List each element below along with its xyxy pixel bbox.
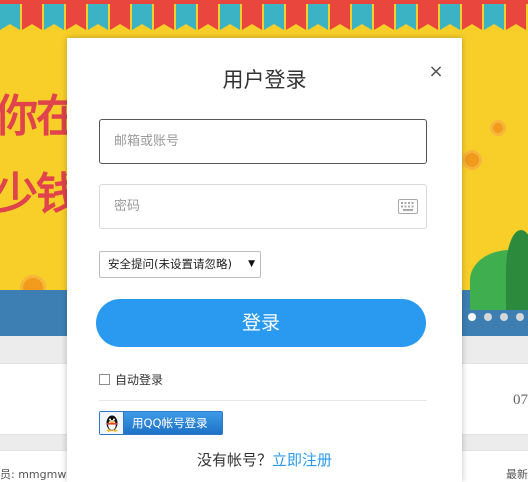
register-prompt: 没有帐号？立即注册 (67, 449, 462, 470)
carousel-dot[interactable] (484, 313, 492, 321)
bunting-flag (374, 4, 394, 30)
auto-login-label: 自动登录 (115, 373, 164, 387)
bunting-flag (44, 4, 64, 30)
qq-penguin-icon (100, 412, 124, 434)
bunting-decoration (0, 0, 528, 30)
carousel-dot[interactable] (500, 313, 508, 321)
bunting-flag (506, 4, 526, 30)
carousel-dots (468, 313, 524, 321)
bunting-flag (264, 4, 284, 30)
bunting-flag (110, 4, 130, 30)
close-icon[interactable]: × (426, 62, 446, 82)
member-label: 员: mmgmwl (0, 468, 70, 481)
bunting-flag (308, 4, 328, 30)
password-input[interactable] (100, 185, 426, 228)
bunting-flag (418, 4, 438, 30)
card-number: 07 (513, 392, 528, 408)
bunting-flag (484, 4, 504, 30)
register-link[interactable]: 立即注册 (272, 451, 332, 469)
carousel-dot[interactable] (468, 313, 476, 321)
bunting-flag (352, 4, 372, 30)
bunting-flag (462, 4, 482, 30)
bunting-flag (66, 4, 86, 30)
bunting-flag (0, 4, 20, 30)
bunting-flag (330, 4, 350, 30)
no-account-text: 没有帐号？ (196, 451, 272, 469)
chevron-down-icon: ▼ (248, 259, 255, 269)
bunting-flag (396, 4, 416, 30)
bunting-flag (440, 4, 460, 30)
bunting-flag (176, 4, 196, 30)
dialog-title: 用户登录 (222, 68, 307, 92)
security-question-value: 安全提问(未设置请忽略) (108, 257, 232, 271)
account-field[interactable] (99, 119, 427, 164)
hill-decoration (506, 230, 528, 310)
bunting-flag (286, 4, 306, 30)
auto-login-checkbox[interactable] (99, 374, 110, 385)
carousel-dot[interactable] (516, 313, 524, 321)
account-input[interactable] (100, 120, 426, 163)
bunting-flag (154, 4, 174, 30)
divider (99, 400, 427, 401)
login-dialog: 用户登录 × 安全提问(未设置请忽略) ▼ 登录 自动登录 (67, 38, 462, 482)
bunting-flag (22, 4, 42, 30)
bunting-flag (132, 4, 152, 30)
latest-label: 最新 (506, 468, 528, 481)
qq-login-button[interactable]: 用QQ帐号登录 (99, 411, 223, 435)
bunting-flag (242, 4, 262, 30)
auto-login-option[interactable]: 自动登录 (99, 371, 163, 388)
coin-decoration (462, 150, 482, 170)
bunting-flag (220, 4, 240, 30)
bunting-flag (198, 4, 218, 30)
bunting-flag (88, 4, 108, 30)
keyboard-icon[interactable] (398, 199, 418, 214)
login-button[interactable]: 登录 (96, 299, 426, 347)
security-question-select[interactable]: 安全提问(未设置请忽略) ▼ (99, 251, 261, 278)
password-field[interactable] (99, 184, 427, 229)
qq-login-label: 用QQ帐号登录 (132, 416, 208, 430)
coin-decoration (490, 120, 506, 136)
